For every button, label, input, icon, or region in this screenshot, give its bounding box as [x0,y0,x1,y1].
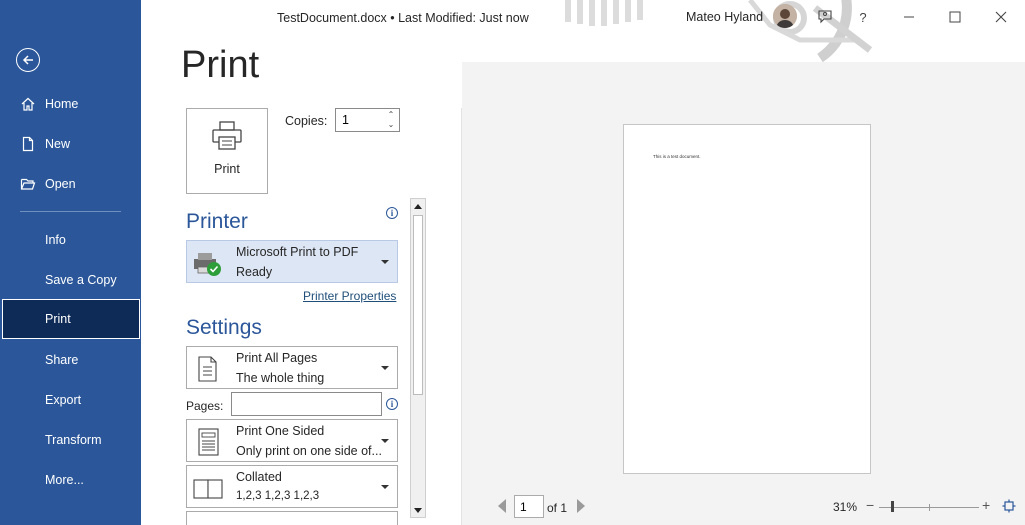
pages-input[interactable] [231,392,382,416]
printer-properties-link[interactable]: Printer Properties [303,289,396,303]
preview-page-text: This is a test document. [653,154,701,159]
printer-status: Ready [236,265,273,279]
minimize-icon [904,16,914,18]
avatar[interactable] [773,4,797,28]
triangle-up-icon [414,203,422,209]
next-page-button[interactable] [577,499,585,513]
chevron-down-icon [381,485,389,489]
settings-scrollbar[interactable] [410,198,426,518]
sidebar-item-transform[interactable]: Transform [0,420,141,460]
page-title: Print [181,44,260,86]
collation-description: 1,2,3 1,2,3 1,2,3 [236,490,320,502]
copies-spin[interactable]: ⌃ ⌄ [386,111,396,129]
print-range-description: The whole thing [236,371,325,385]
home-icon [20,96,36,112]
zoom-out-button[interactable]: − [866,497,874,513]
previous-page-button[interactable] [498,499,506,513]
print-range-select[interactable]: Print All Pages The whole thing [186,346,398,389]
sidebar-item-print[interactable]: Print [2,299,140,339]
print-range-label: Print All Pages [236,351,318,365]
backstage-sidebar: Home New Open Info Save a Copy Print Sha… [0,0,141,525]
feedback-button[interactable] [814,6,836,28]
sidebar-item-label: Transform [45,433,102,447]
chevron-down-icon [381,439,389,443]
sidebar-divider [20,211,121,212]
sidebar-item-save-a-copy[interactable]: Save a Copy [0,260,141,300]
sidebar-item-share[interactable]: Share [0,340,141,380]
sidebar-item-label: Open [45,177,76,191]
close-icon [995,11,1007,23]
collation-label: Collated [236,470,282,484]
sides-description: Only print on one side of... [236,444,382,458]
chevron-up-icon[interactable]: ⌃ [388,111,395,119]
help-icon: ? [859,9,867,25]
back-button[interactable] [16,48,40,72]
zoom-to-page-button[interactable] [1002,499,1016,513]
printer-name: Microsoft Print to PDF [236,245,359,259]
sidebar-item-label: Home [45,97,79,111]
maximize-icon [949,11,961,23]
chevron-down-icon [381,366,389,370]
print-button[interactable]: Print [186,108,268,194]
fit-to-page-icon [1002,499,1016,513]
copies-stepper[interactable]: ⌃ ⌄ [335,108,400,132]
user-name[interactable]: Mateo Hyland [686,10,763,24]
sidebar-item-label: Share [45,353,79,367]
sidebar-item-label: More... [45,473,84,487]
page-number-input[interactable] [514,495,544,518]
info-icon[interactable]: i [386,207,398,219]
printer-heading: Printer [186,210,248,233]
arrow-left-icon [22,55,33,65]
triangle-down-icon [414,507,422,513]
scroll-down-button[interactable] [411,503,425,517]
sidebar-item-label: Export [45,393,82,407]
sides-label: Print One Sided [236,424,325,438]
sidebar-item-label: Save a Copy [45,273,117,287]
one-sided-icon [193,426,225,458]
sidebar-item-info[interactable]: Info [0,220,141,260]
pages-label: Pages: [186,399,224,413]
sidebar-item-open[interactable]: Open [0,164,141,204]
printer-ready-icon [193,247,225,279]
sidebar-item-more[interactable]: More... [0,460,141,500]
new-document-icon [20,136,36,152]
minimize-button[interactable] [898,6,920,28]
scroll-up-button[interactable] [411,199,425,213]
page-count: of 1 [547,501,568,515]
pages-icon [193,353,225,385]
sidebar-item-home[interactable]: Home [0,84,141,124]
folder-open-icon [20,176,36,192]
sidebar-item-label: Print [45,312,71,326]
printer-icon [211,121,243,154]
preview-page: This is a test document. [623,124,871,474]
sidebar-item-label: Info [45,233,66,247]
zoom-slider-thumb[interactable] [891,501,894,512]
sidebar-item-new[interactable]: New [0,124,141,164]
sidebar-item-export[interactable]: Export [0,380,141,420]
close-button[interactable] [990,6,1012,28]
next-setting-select[interactable] [186,511,398,525]
sides-select[interactable]: Print One Sided Only print on one side o… [186,419,398,462]
zoom-in-button[interactable]: + [982,497,990,513]
sidebar-item-label: New [45,137,71,151]
settings-heading: Settings [186,316,262,339]
chevron-down-icon[interactable]: ⌄ [388,121,395,129]
maximize-button[interactable] [944,6,966,28]
title-bar: TestDocument.docx • Last Modified: Just … [141,0,1025,34]
copies-input[interactable] [336,109,380,131]
info-icon[interactable]: i [386,398,398,410]
print-button-label: Print [214,162,240,176]
copies-label: Copies: [285,114,328,128]
zoom-level[interactable]: 31% [833,500,857,514]
collated-icon [193,472,225,504]
zoom-tick [929,504,930,511]
help-button[interactable]: ? [852,6,874,28]
feedback-icon [818,10,832,24]
chevron-down-icon [381,260,389,264]
scroll-thumb[interactable] [413,215,423,395]
collation-select[interactable]: Collated 1,2,3 1,2,3 1,2,3 [186,465,398,508]
document-title: TestDocument.docx • Last Modified: Just … [277,11,529,25]
printer-select[interactable]: Microsoft Print to PDF Ready [186,240,398,283]
